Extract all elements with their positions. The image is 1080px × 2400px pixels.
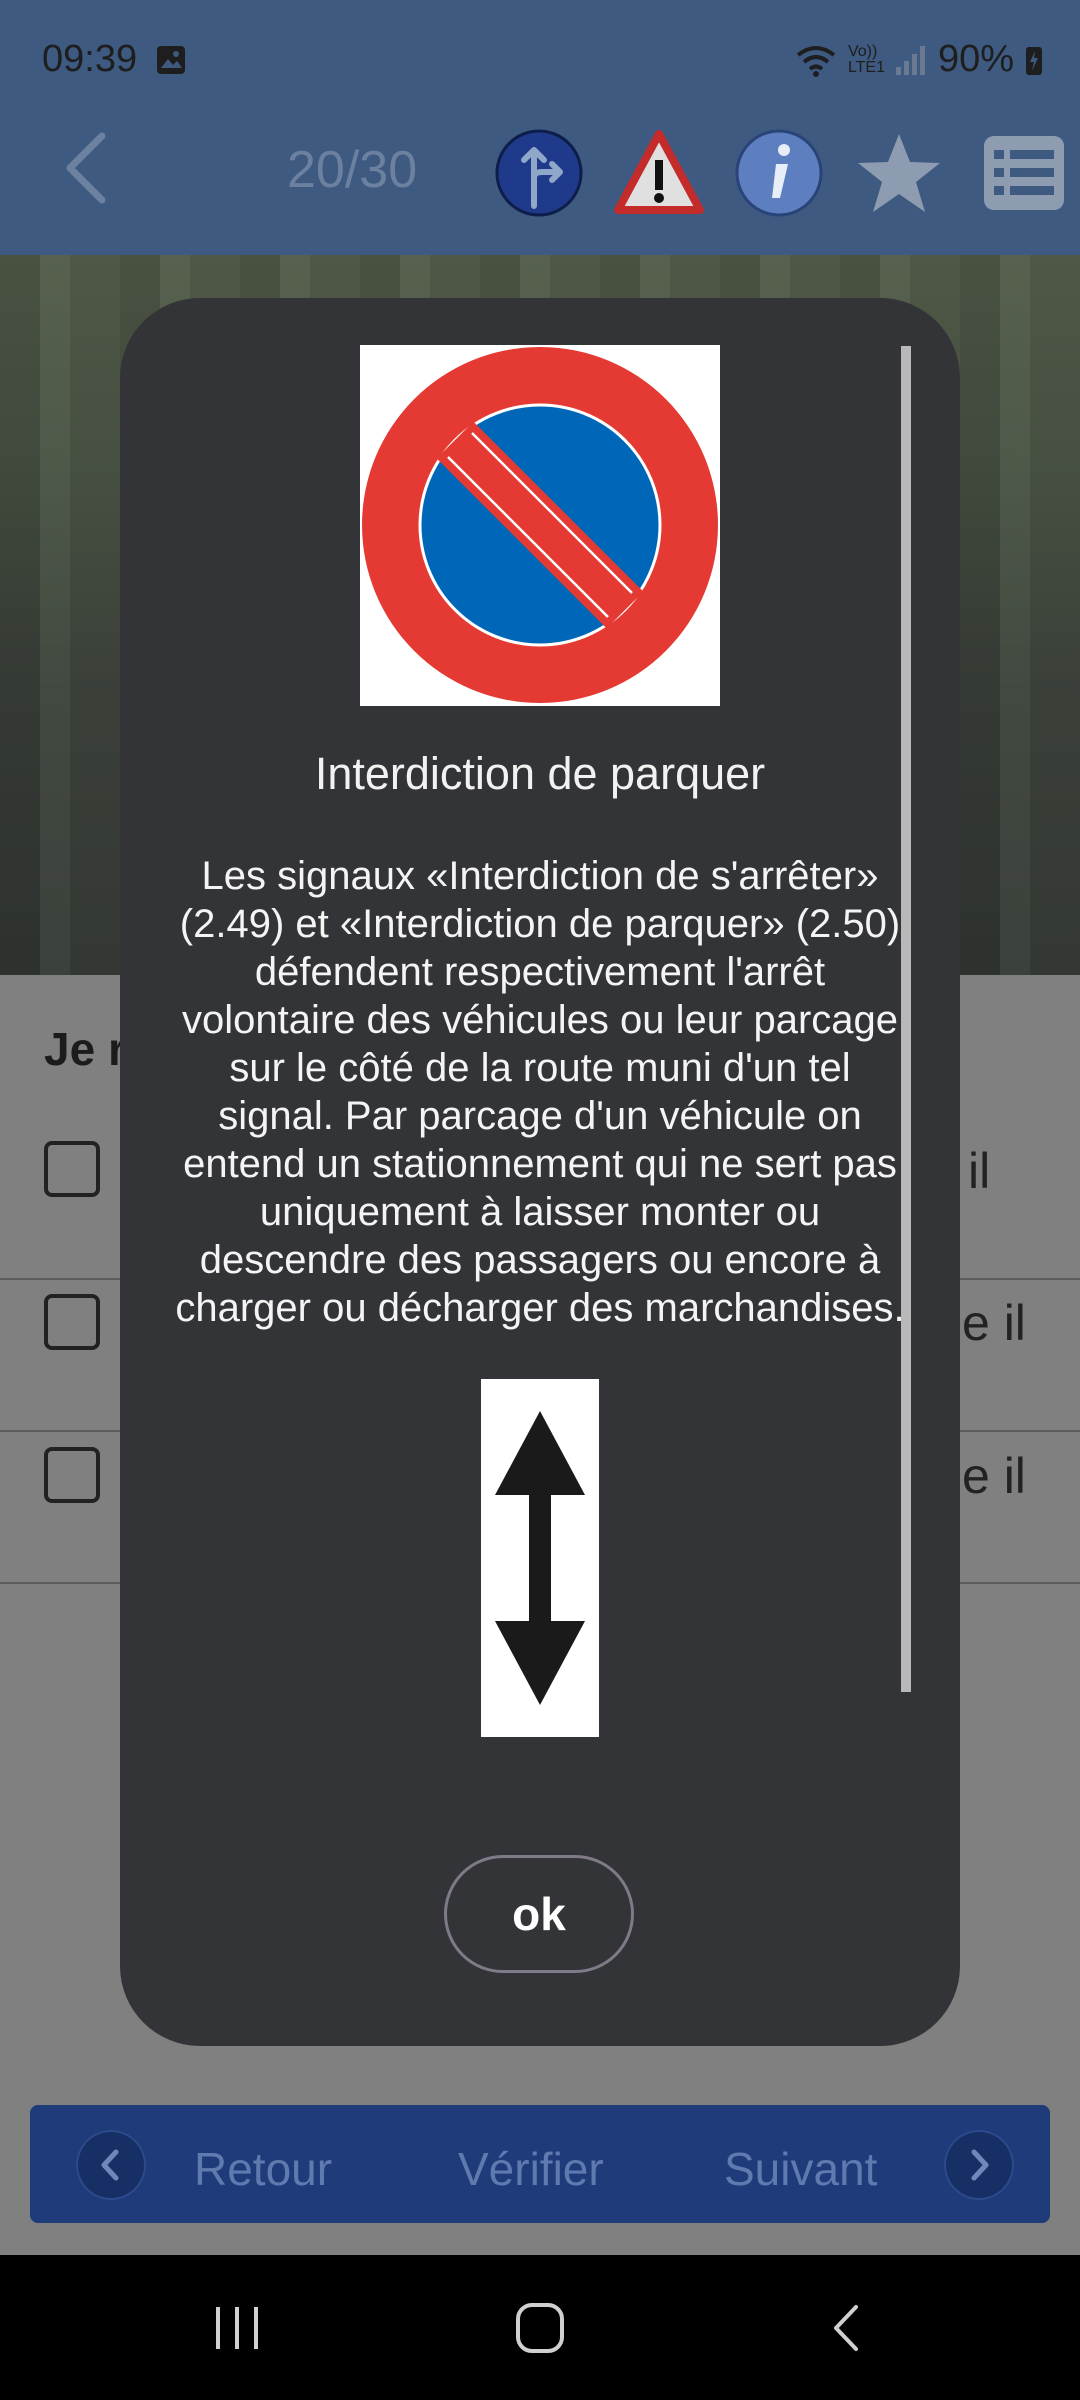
- answer-checkbox[interactable]: [44, 1294, 100, 1350]
- status-time: 09:39: [42, 38, 138, 80]
- dialog-body-text: Les signaux «Interdiction de s'arrêter» …: [160, 852, 920, 1332]
- answer-text: il: [968, 1143, 991, 1199]
- no-parking-sign-icon: [362, 347, 718, 703]
- body-line: signal. Par parcage d'un véhicule on: [218, 1094, 862, 1138]
- answer-text: e il: [962, 1448, 1026, 1504]
- double-arrow-plate-image: [481, 1379, 599, 1737]
- body-line: entend un stationnement qui ne sert pas: [183, 1142, 897, 1186]
- next-arrow-button[interactable]: [944, 2130, 1014, 2200]
- answer-checkbox[interactable]: [44, 1447, 100, 1503]
- back-nav-icon[interactable]: [826, 2301, 866, 2355]
- network-label: Vo)) LTE1: [847, 42, 885, 76]
- wifi-icon: [796, 45, 836, 77]
- chevron-left-icon: [101, 2149, 119, 2181]
- question-text: Je r: [44, 1023, 126, 1075]
- body-line: sur le côté de la route muni d'un tel: [229, 1046, 851, 1090]
- ok-button[interactable]: ok: [444, 1855, 634, 1973]
- body-line: défendent respectivement l'arrêt: [254, 950, 826, 994]
- body-line: volontaire des véhicules ou leur parcage: [182, 998, 898, 1042]
- double-arrow-icon: [495, 1411, 585, 1705]
- answer-checkbox[interactable]: [44, 1141, 100, 1197]
- body-line: Les signaux «Interdiction de s'arrêter»: [201, 854, 879, 898]
- star-icon[interactable]: [854, 128, 944, 218]
- prev-button[interactable]: [76, 2130, 146, 2200]
- body-line: (2.49) et «Interdiction de parquer» (2.5…: [179, 902, 901, 946]
- info-icon[interactable]: [734, 128, 824, 218]
- body-line: descendre des passagers ou encore à: [199, 1238, 881, 1282]
- signal-icon: [895, 45, 925, 75]
- home-icon[interactable]: [514, 2301, 566, 2355]
- image-notification-icon: [157, 46, 185, 74]
- dialog-title: Interdiction de parquer: [314, 748, 766, 799]
- recent-apps-icon[interactable]: [212, 2303, 264, 2353]
- body-line: charger ou décharger des marchandises.: [175, 1286, 905, 1330]
- battery-percent: 90%: [937, 38, 1014, 80]
- warning-triangle-icon[interactable]: [614, 128, 704, 218]
- direction-sign-icon[interactable]: [494, 128, 584, 218]
- battery-charging-icon: [1026, 46, 1042, 75]
- system-nav-bar: [0, 2255, 1080, 2400]
- answer-text: e il: [962, 1295, 1026, 1351]
- status-indicators: Vo)) LTE1 90%: [794, 38, 1044, 81]
- body-line: uniquement à laisser monter ou: [259, 1190, 821, 1234]
- back-chevron-icon[interactable]: [58, 128, 118, 208]
- question-counter: 20/30: [287, 141, 418, 199]
- back-button[interactable]: Retour: [194, 2142, 332, 2196]
- list-icon[interactable]: [980, 128, 1070, 218]
- chevron-right-icon: [971, 2149, 989, 2181]
- verify-button[interactable]: Vérifier: [458, 2142, 604, 2196]
- next-button[interactable]: Suivant: [724, 2142, 877, 2196]
- no-parking-sign-image: [360, 345, 720, 706]
